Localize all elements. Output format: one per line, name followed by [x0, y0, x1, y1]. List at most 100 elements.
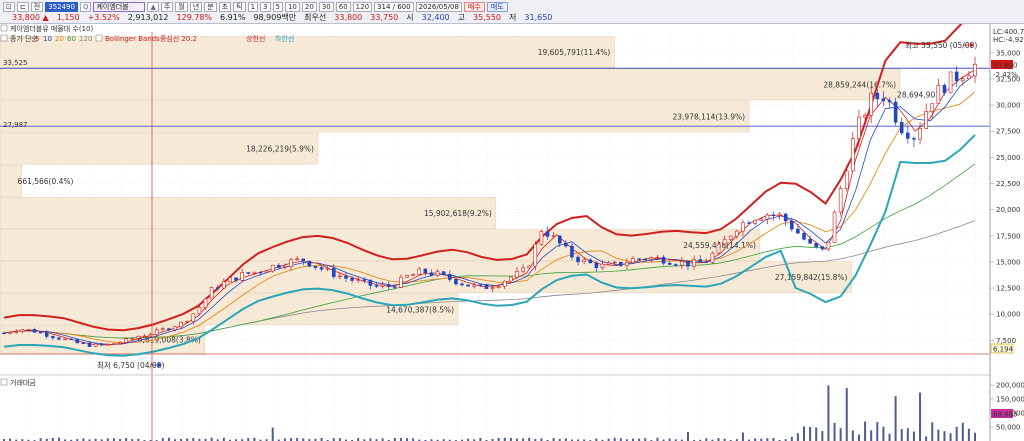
search-icon[interactable]: Q [79, 1, 92, 12]
interval-5-button[interactable]: 5 [272, 1, 283, 12]
period-month-button[interactable]: 월 [175, 1, 188, 12]
candle-body [710, 252, 715, 263]
period-year-button[interactable]: 년 [189, 1, 203, 12]
date-field[interactable]: 2026/05/08 [415, 1, 462, 12]
legend-ma-60: 60 [67, 35, 76, 43]
candle-body [215, 287, 220, 289]
candle-body [557, 235, 562, 244]
low-price-label: 6,194 [993, 346, 1014, 354]
candle-body [386, 284, 391, 287]
candle-body [374, 285, 379, 287]
interval-3-button[interactable]: 3 [260, 1, 271, 12]
quote-low-label: 저 [509, 13, 517, 22]
candle-body [960, 78, 965, 82]
volume-bar [955, 426, 958, 441]
quote-volume-ratio: 129.78% [176, 13, 213, 22]
candle-body [331, 268, 336, 277]
candle-body [515, 270, 519, 278]
interval-120-button[interactable]: 120 [352, 1, 373, 12]
candle-body [344, 275, 348, 279]
legend-checkbox-icon[interactable] [95, 34, 103, 42]
candle-body [545, 231, 550, 237]
candle-body [722, 239, 727, 245]
candle-body [564, 242, 568, 247]
axis-tick-label: 27,500 [996, 128, 1021, 136]
current-change-label: -2.42% [993, 71, 1018, 79]
interval-20-button[interactable]: 20 [301, 1, 317, 12]
candle-body [881, 98, 886, 101]
candle-body [454, 279, 458, 285]
axis-tick-label: 35,000 [996, 49, 1021, 57]
candle-body [973, 63, 977, 77]
stock-chart[interactable]: 19,605,791(11.4%) 28,859,244(16.7%) 23,978… [0, 24, 1024, 441]
candle-body [484, 284, 489, 289]
candle-body [118, 342, 122, 344]
interval-10-button[interactable]: 10 [284, 1, 300, 12]
candle-body [967, 75, 971, 80]
axis-tick-label: 22,500 [996, 180, 1021, 188]
volume-bar [827, 385, 830, 441]
period-tick-button[interactable]: 틱 [233, 1, 246, 12]
candle-body [637, 258, 641, 260]
interval-60-button[interactable]: 60 [335, 1, 351, 12]
market-all-button[interactable]: 전 [30, 1, 44, 12]
legend-checkbox-icon[interactable] [0, 34, 8, 42]
candle-body [899, 122, 904, 134]
axis-tick-label: 7,500 [996, 337, 1016, 345]
volume-profile-label: 28,859,244(16.7%) [823, 80, 896, 89]
period-week-button[interactable]: 주 [160, 1, 174, 12]
legend-checkbox-icon[interactable] [0, 24, 8, 32]
candle-body [576, 256, 580, 263]
interval-30-button[interactable]: 30 [318, 1, 334, 12]
candle-body [246, 272, 251, 274]
candle-body [185, 321, 190, 323]
candle-body [411, 274, 415, 276]
volume-bar [906, 428, 909, 441]
axis-tick-label: 17,500 [996, 232, 1021, 240]
period-second-button[interactable]: 초 [218, 1, 232, 12]
candle-body [234, 277, 238, 281]
candle-body [631, 258, 635, 263]
candle-body [167, 328, 171, 331]
quote-volume: 2,913,012 [127, 13, 169, 22]
candle-body [680, 261, 684, 266]
candle-body [51, 336, 55, 339]
candle-body [618, 261, 623, 266]
candle-body [667, 262, 672, 265]
quote-bar: 33,800 ▲ 1,150 +3.52% 2,913,012 129.78% … [0, 12, 552, 23]
volume-bar [900, 429, 903, 441]
volume-current-label: 68,485 [993, 411, 1018, 419]
volume-bar [870, 430, 873, 441]
layout-button[interactable]: ⊡ [3, 1, 15, 12]
candle-body [154, 329, 159, 335]
volume-axis-tick-label: 50,000 [996, 424, 1021, 432]
candle-body [112, 343, 116, 345]
stock-name-field[interactable]: 케이엠더블 [93, 1, 146, 12]
candle-body [741, 222, 745, 232]
volume-profile-bar [0, 100, 750, 133]
candle-body [496, 285, 501, 288]
candle-body [99, 343, 104, 346]
volume-bar [888, 433, 891, 441]
candle-body [948, 71, 953, 94]
volume-bar [796, 433, 799, 441]
candle-body [698, 259, 702, 262]
candle-body [844, 170, 849, 189]
candle-body [918, 128, 922, 140]
period-minute-button[interactable]: 분 [204, 1, 217, 12]
buy-button[interactable]: 매수 [463, 1, 485, 12]
candle-body [38, 331, 43, 334]
interval-1-button[interactable]: 1 [247, 1, 259, 12]
sell-button[interactable]: 매도 [486, 1, 508, 12]
candle-body [368, 279, 373, 286]
candle-body [704, 261, 709, 263]
split-button[interactable]: ⊏ [16, 1, 29, 12]
legend-checkbox-icon[interactable] [0, 378, 8, 386]
stock-code-input[interactable]: 352490 [45, 1, 78, 12]
volume-profile-label: 27,159,842(15.8%) [775, 273, 848, 282]
expand-icon[interactable]: ▲ [147, 1, 159, 12]
axis-tick-label: 15,000 [996, 258, 1021, 266]
candle-body [136, 336, 141, 339]
bar-count-field[interactable]: 314 / 600 [374, 1, 414, 12]
legend-ma-20: 20 [55, 35, 64, 43]
